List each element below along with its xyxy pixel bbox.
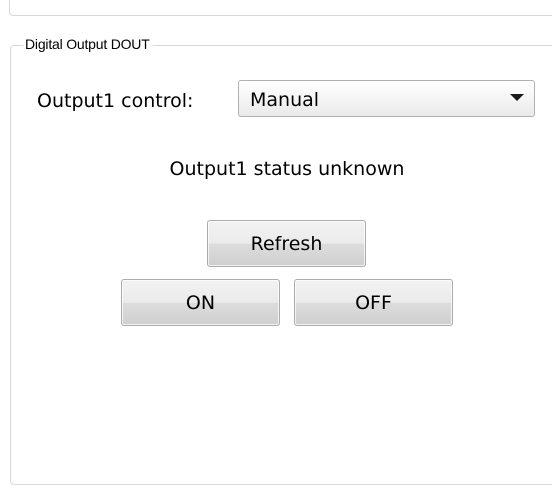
previous-group-box	[9, 0, 552, 16]
group-box-title: Digital Output DOUT	[23, 35, 153, 53]
off-button[interactable]: OFF	[294, 279, 453, 326]
chevron-down-icon	[510, 94, 524, 101]
on-button[interactable]: ON	[121, 279, 280, 326]
output-control-selected-value: Manual	[250, 89, 320, 111]
output-control-label: Output1 control:	[37, 90, 194, 112]
refresh-button[interactable]: Refresh	[207, 220, 366, 267]
output-status-label: Output1 status unknown	[169, 158, 405, 180]
output-control-dropdown[interactable]: Manual	[238, 80, 535, 117]
